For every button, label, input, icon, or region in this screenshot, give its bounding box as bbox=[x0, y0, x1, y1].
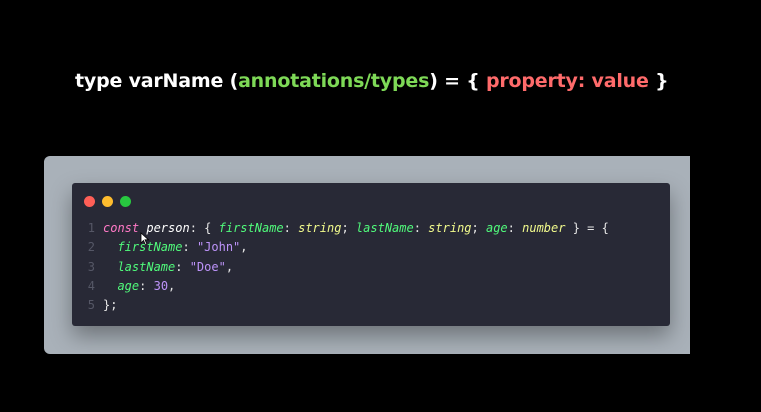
punctuation: , bbox=[168, 278, 176, 293]
type-number: number bbox=[522, 221, 566, 235]
line-number: 4 bbox=[87, 278, 95, 293]
punctuation: : bbox=[507, 221, 523, 235]
punctuation: : bbox=[139, 278, 154, 293]
headline-property-value: property: value bbox=[485, 70, 649, 92]
punctuation: : { bbox=[189, 221, 219, 235]
string-value-doe: "Doe" bbox=[189, 259, 226, 274]
string-value-john: "John" bbox=[196, 240, 241, 255]
closing-brace: }; bbox=[103, 298, 118, 313]
punctuation: } = { bbox=[565, 221, 609, 235]
close-dot-icon[interactable] bbox=[84, 196, 95, 207]
punctuation: ; bbox=[471, 221, 486, 235]
type-key-firstname: firstName bbox=[218, 221, 284, 235]
variable-person: person bbox=[146, 221, 190, 235]
line-number: 5 bbox=[87, 298, 95, 313]
mouse-pointer-icon bbox=[140, 232, 150, 246]
punctuation: : bbox=[413, 221, 429, 235]
keyword-const: const bbox=[103, 221, 140, 235]
maximize-dot-icon[interactable] bbox=[120, 196, 131, 207]
window-controls bbox=[84, 196, 131, 207]
type-string: string bbox=[428, 221, 472, 235]
headline-annotations: annotations/types bbox=[238, 70, 430, 92]
headline-close-brace: } bbox=[648, 70, 669, 92]
headline-equals: ) = { bbox=[429, 70, 486, 92]
punctuation: : bbox=[175, 259, 190, 274]
punctuation: , bbox=[225, 259, 234, 274]
code-line-2: 2 firstName: "John", bbox=[72, 238, 670, 257]
type-key-lastname: lastName bbox=[355, 221, 414, 235]
punctuation: : bbox=[182, 240, 197, 255]
line-number: 2 bbox=[87, 240, 95, 255]
code-line-1: 1 const person: { firstName: string; las… bbox=[72, 219, 670, 238]
code-editor-window: 1 const person: { firstName: string; las… bbox=[72, 183, 670, 326]
line-number: 1 bbox=[87, 221, 95, 235]
minimize-dot-icon[interactable] bbox=[102, 196, 113, 207]
punctuation: , bbox=[240, 240, 248, 255]
code-block: 1 const person: { firstName: string; las… bbox=[72, 219, 670, 315]
headline-prefix: type varName ( bbox=[75, 70, 239, 92]
object-key-age: age bbox=[117, 278, 140, 293]
slide-headline: type varName (annotations/types) = { pro… bbox=[75, 70, 669, 92]
object-key-lastname: lastName bbox=[117, 259, 176, 274]
code-line-3: 3 lastName: "Doe", bbox=[72, 258, 670, 277]
punctuation: ; bbox=[341, 221, 356, 235]
type-key-age: age bbox=[485, 221, 508, 235]
punctuation: : bbox=[283, 221, 299, 235]
code-line-4: 4 age: 30, bbox=[72, 277, 670, 296]
code-line-5: 5 }; bbox=[72, 296, 670, 315]
line-number: 3 bbox=[87, 259, 95, 274]
type-string: string bbox=[298, 221, 342, 235]
number-value-30: 30 bbox=[153, 278, 169, 293]
